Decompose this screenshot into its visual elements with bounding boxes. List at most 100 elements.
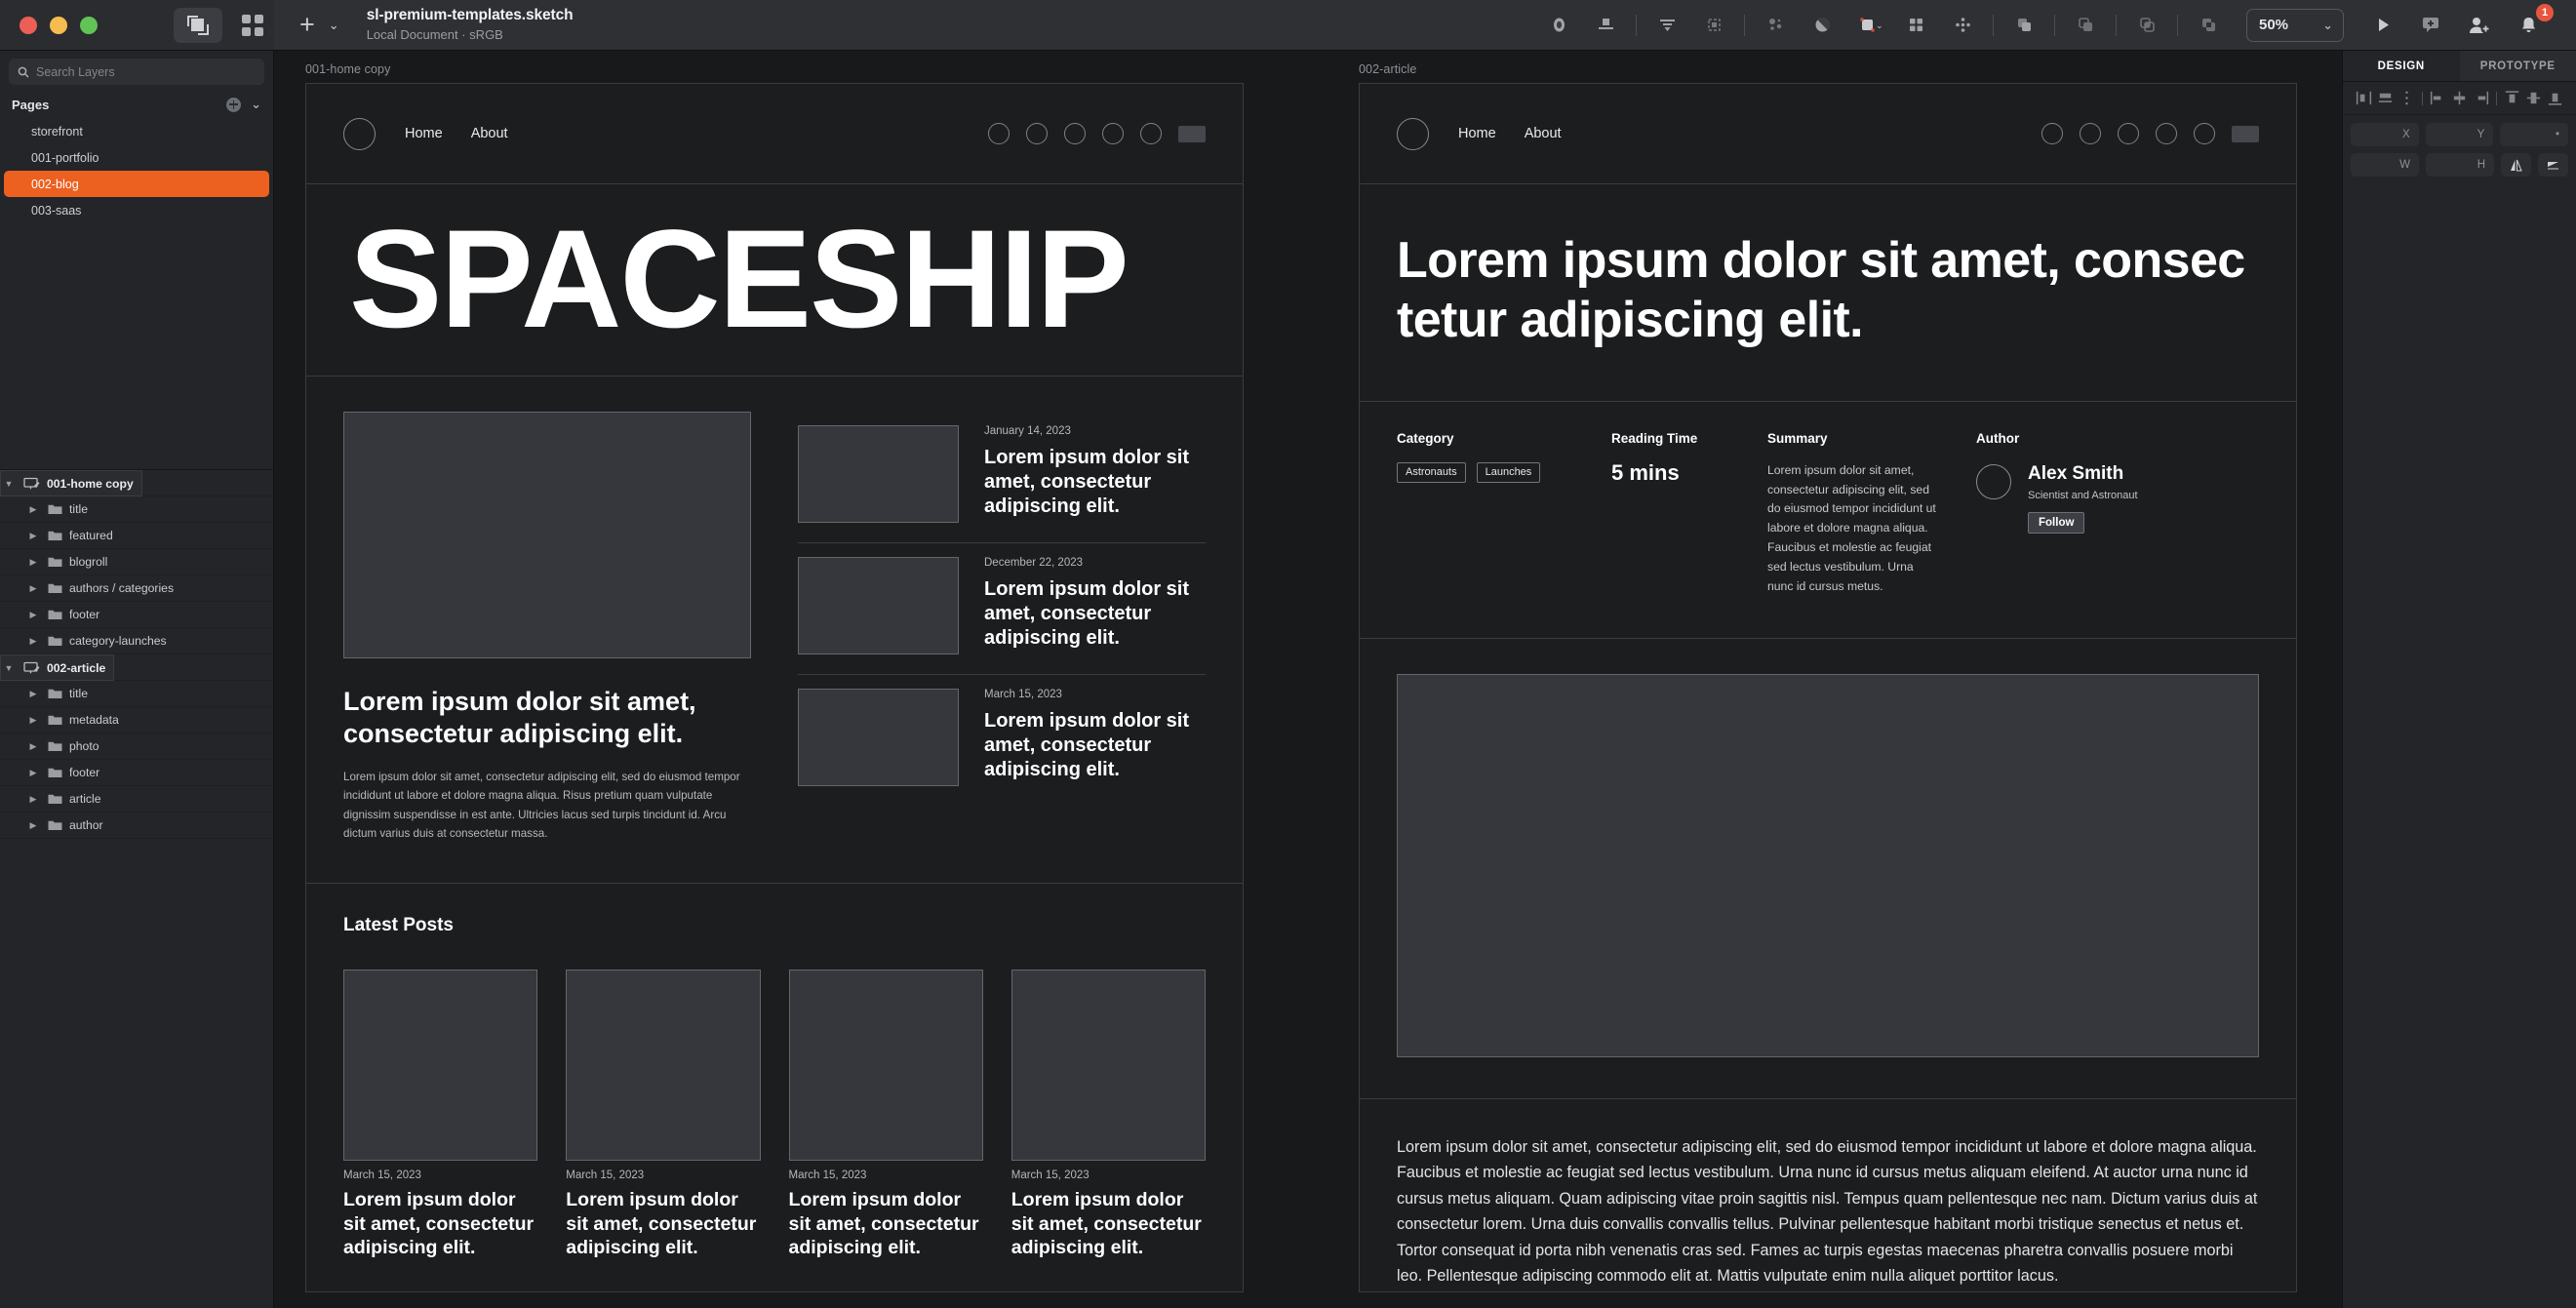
group-selection-icon[interactable] (1691, 6, 1736, 45)
shape-icon[interactable] (1536, 6, 1581, 45)
layer-row[interactable]: ▶ featured (0, 523, 273, 549)
distribute-vertical-icon[interactable] (2398, 89, 2416, 107)
boolean-union-icon[interactable] (2001, 6, 2046, 45)
scatter-icon[interactable] (1753, 6, 1798, 45)
artboard-001-home-copy[interactable]: Home About SPACESHIP Lorem ipsum dolor s… (305, 83, 1244, 1292)
list-item[interactable]: January 14, 2023 Lorem ipsum dolor sit a… (798, 412, 1206, 543)
align-top-edge-icon[interactable] (2503, 89, 2521, 107)
window-controls[interactable] (20, 16, 98, 34)
play-icon[interactable] (2359, 6, 2404, 45)
list-item[interactable]: March 15, 2023 Lorem ipsum dolor sit ame… (798, 675, 1206, 806)
chevron-right-icon[interactable]: ▶ (25, 768, 41, 778)
page-item-storefront[interactable]: storefront (4, 118, 269, 144)
tab-design[interactable]: DESIGN (2343, 51, 2460, 81)
chevron-right-icon[interactable]: ▶ (25, 794, 41, 805)
layer-row[interactable]: ▶ title (0, 496, 273, 523)
distribute-icon[interactable] (1645, 6, 1689, 45)
view-mode-toggle[interactable] (174, 7, 277, 43)
add-page-button[interactable] (226, 97, 242, 112)
layer-row[interactable]: ▶ metadata (0, 707, 273, 733)
insert-menu-button[interactable]: + ⌄ (292, 12, 347, 38)
layer-row[interactable]: ▶ title (0, 681, 273, 707)
layer-row[interactable]: ▶ authors / categories (0, 575, 273, 602)
chevron-down-icon[interactable]: ⌄ (251, 97, 261, 112)
follow-button[interactable]: Follow (2028, 511, 2085, 534)
chevron-right-icon[interactable]: ▶ (25, 715, 41, 726)
chevron-down-icon[interactable]: ▼ (1, 479, 17, 489)
layer-row[interactable]: ▶ author (0, 813, 273, 839)
zoom-button[interactable] (80, 16, 98, 34)
grid-icon[interactable] (1893, 6, 1938, 45)
list-item[interactable]: March 15, 2023 Lorem ipsum dolor sit ame… (343, 969, 538, 1260)
layer-row[interactable]: ▼ 001-home copy (0, 470, 142, 496)
layer-row[interactable]: ▶ footer (0, 602, 273, 628)
layer-row[interactable]: ▶ blogroll (0, 549, 273, 575)
layer-row[interactable]: ▶ footer (0, 760, 273, 786)
x-field[interactable]: X (2351, 123, 2419, 146)
notifications-icon[interactable]: 1 (2506, 3, 2554, 45)
canvas[interactable]: 001-home copy Home About SPACESHIP Lorem… (274, 51, 2342, 1308)
layer-row[interactable]: ▶ photo (0, 733, 273, 760)
flip-vertical-button[interactable] (2538, 153, 2568, 177)
chevron-right-icon[interactable]: ▶ (25, 689, 41, 699)
chevron-right-icon[interactable]: ▶ (25, 636, 41, 647)
canvas-view-button[interactable] (174, 7, 222, 43)
chevron-right-icon[interactable]: ▶ (25, 557, 41, 568)
grid-view-button[interactable] (228, 8, 277, 43)
page-item-001-portfolio[interactable]: 001-portfolio (4, 144, 269, 171)
list-item[interactable]: March 15, 2023 Lorem ipsum dolor sit ame… (788, 969, 983, 1260)
align-middle-icon[interactable] (2450, 89, 2469, 107)
status-badge[interactable]: Astronauts (1397, 461, 1466, 483)
mask-icon[interactable] (1800, 6, 1844, 45)
align-left-icon[interactable] (2355, 89, 2373, 107)
share-people-icon[interactable] (2457, 6, 2502, 45)
scatter-dots-icon[interactable] (1940, 6, 1985, 45)
chevron-right-icon[interactable]: ▶ (25, 531, 41, 541)
component-icon[interactable]: ⌄ (1846, 6, 1891, 45)
nav-link-home[interactable]: Home (1458, 126, 1496, 141)
radius-field[interactable]: • (2500, 123, 2569, 146)
align-center-horizontal-icon[interactable] (2376, 89, 2395, 107)
align-bottom-edge-icon[interactable] (2546, 89, 2564, 107)
zoom-level-select[interactable]: 50% ⌄ (2246, 8, 2344, 42)
artboard-label-001-home-copy[interactable]: 001-home copy (305, 62, 390, 76)
align-edge-left-icon[interactable] (2429, 89, 2447, 107)
nav-link-about[interactable]: About (1525, 126, 1562, 141)
close-button[interactable] (20, 16, 37, 34)
align-edge-right-icon[interactable] (2472, 89, 2490, 107)
search-input[interactable]: Search Layers (9, 59, 264, 85)
boolean-subtract-icon[interactable] (2063, 6, 2108, 45)
width-field[interactable]: W (2351, 153, 2419, 177)
status-badge[interactable]: Launches (1476, 461, 1541, 483)
layer-row[interactable]: ▶ article (0, 786, 273, 813)
card-image-placeholder (1011, 969, 1206, 1161)
page-item-003-saas[interactable]: 003-saas (4, 197, 269, 223)
chevron-right-icon[interactable]: ▶ (25, 820, 41, 831)
boolean-difference-icon[interactable] (2186, 6, 2231, 45)
layer-row[interactable]: ▶ category-launches (0, 628, 273, 654)
nav-link-home[interactable]: Home (405, 126, 443, 141)
chevron-right-icon[interactable]: ▶ (25, 504, 41, 515)
chevron-right-icon[interactable]: ▶ (25, 583, 41, 594)
list-item[interactable]: March 15, 2023 Lorem ipsum dolor sit ame… (566, 969, 761, 1260)
artboard-label-002-article[interactable]: 002-article (1359, 62, 1416, 76)
align-top-icon[interactable] (1583, 6, 1628, 45)
artboard1-header: Home About (306, 84, 1243, 184)
boolean-intersect-icon[interactable] (2124, 6, 2169, 45)
chevron-down-icon[interactable]: ▼ (1, 663, 17, 673)
page-item-002-blog[interactable]: 002-blog (4, 171, 269, 197)
align-vertical-center-icon[interactable] (2524, 89, 2543, 107)
minimize-button[interactable] (50, 16, 67, 34)
chevron-right-icon[interactable]: ▶ (25, 610, 41, 620)
flip-horizontal-button[interactable] (2501, 153, 2531, 177)
artboard-002-article[interactable]: Home About Lorem ipsum dolor sit amet, c… (1359, 83, 2297, 1292)
add-comment-icon[interactable] (2408, 6, 2453, 45)
nav-link-about[interactable]: About (471, 126, 508, 141)
height-field[interactable]: H (2426, 153, 2494, 177)
chevron-right-icon[interactable]: ▶ (25, 741, 41, 752)
layer-row[interactable]: ▼ 002-article (0, 654, 115, 681)
tab-prototype[interactable]: PROTOTYPE (2459, 51, 2576, 81)
list-item[interactable]: March 15, 2023 Lorem ipsum dolor sit ame… (1011, 969, 1206, 1260)
y-field[interactable]: Y (2425, 123, 2494, 146)
list-item[interactable]: December 22, 2023 Lorem ipsum dolor sit … (798, 543, 1206, 675)
